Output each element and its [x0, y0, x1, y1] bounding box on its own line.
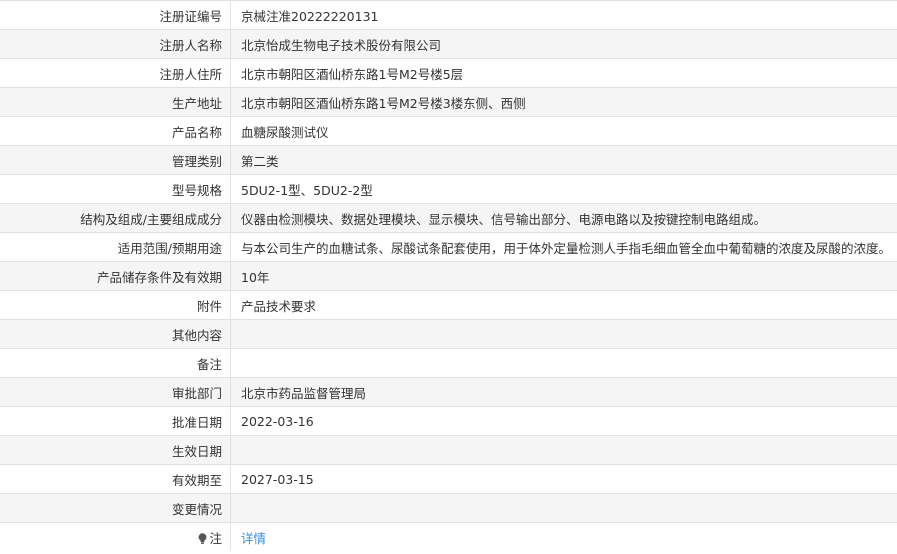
row-label: 有效期至 [0, 464, 231, 494]
row-label: 注册证编号 [0, 1, 231, 30]
row-label: 生产地址 [0, 87, 231, 117]
row-label: 型号规格 [0, 174, 231, 204]
note-label: 注 [209, 530, 222, 546]
details-link[interactable]: 详情 [241, 531, 266, 546]
row-value: 产品技术要求 [230, 290, 897, 320]
row-value: 2022-03-16 [230, 406, 897, 436]
row-value [230, 435, 897, 465]
row-label: 审批部门 [0, 377, 231, 407]
row-effective-date: 生效日期 [0, 435, 897, 465]
row-approval-date: 批准日期 2022-03-16 [0, 406, 897, 436]
row-label: 附件 [0, 290, 231, 320]
row-value: 10年 [230, 261, 897, 291]
row-value: 仪器由检测模块、数据处理模块、显示模块、信号输出部分、电源电路以及按键控制电路组… [230, 203, 897, 233]
row-label: 注册人住所 [0, 58, 231, 88]
row-model-spec: 型号规格 5DU2-1型、5DU2-2型 [0, 174, 897, 204]
row-label: 批准日期 [0, 406, 231, 436]
row-registrant-address: 注册人住所 北京市朝阳区酒仙桥东路1号M2号楼5层 [0, 58, 897, 88]
row-label: 产品储存条件及有效期 [0, 261, 231, 291]
row-value: 5DU2-1型、5DU2-2型 [230, 174, 897, 204]
row-label: 注册人名称 [0, 29, 231, 59]
registration-detail-panel: 注册证编号 京械注准20222220131 注册人名称 北京怡成生物电子技术股份… [0, 0, 897, 554]
row-approval-department: 审批部门 北京市药品监督管理局 [0, 377, 897, 407]
row-structure-composition: 结构及组成/主要组成成分 仪器由检测模块、数据处理模块、显示模块、信号输出部分、… [0, 203, 897, 233]
row-intended-use: 适用范围/预期用途 与本公司生产的血糖试条、尿酸试条配套使用，用于体外定量检测人… [0, 232, 897, 262]
row-label: 结构及组成/主要组成成分 [0, 203, 231, 233]
registration-detail-table: 注册证编号 京械注准20222220131 注册人名称 北京怡成生物电子技术股份… [0, 1, 897, 551]
row-value: 北京市朝阳区酒仙桥东路1号M2号楼5层 [230, 58, 897, 88]
row-registration-number: 注册证编号 京械注准20222220131 [0, 1, 897, 30]
row-management-category: 管理类别 第二类 [0, 145, 897, 175]
note-value-cell: 详情 [230, 522, 897, 551]
row-value: 与本公司生产的血糖试条、尿酸试条配套使用，用于体外定量检测人手指毛细血管全血中葡… [230, 232, 897, 262]
row-value: 北京怡成生物电子技术股份有限公司 [230, 29, 897, 59]
row-other-content: 其他内容 [0, 319, 897, 349]
row-value: 第二类 [230, 145, 897, 175]
row-value: 血糖尿酸测试仪 [230, 116, 897, 146]
row-production-address: 生产地址 北京市朝阳区酒仙桥东路1号M2号楼3楼东侧、西侧 [0, 87, 897, 117]
row-registrant-name: 注册人名称 北京怡成生物电子技术股份有限公司 [0, 29, 897, 59]
row-label: 生效日期 [0, 435, 231, 465]
row-value [230, 493, 897, 523]
row-label: 适用范围/预期用途 [0, 232, 231, 262]
row-value: 京械注准20222220131 [230, 1, 897, 30]
row-value [230, 319, 897, 349]
row-value: 2027-03-15 [230, 464, 897, 494]
row-storage-validity: 产品储存条件及有效期 10年 [0, 261, 897, 291]
row-label: 管理类别 [0, 145, 231, 175]
row-label: 产品名称 [0, 116, 231, 146]
row-value [230, 348, 897, 378]
row-remarks: 备注 [0, 348, 897, 378]
row-product-name: 产品名称 血糖尿酸测试仪 [0, 116, 897, 146]
row-attachment: 附件 产品技术要求 [0, 290, 897, 320]
row-label: 变更情况 [0, 493, 231, 523]
row-value: 北京市朝阳区酒仙桥东路1号M2号楼3楼东侧、西侧 [230, 87, 897, 117]
row-value: 北京市药品监督管理局 [230, 377, 897, 407]
note-label-cell: 注 [0, 522, 231, 551]
row-label: 其他内容 [0, 319, 231, 349]
row-note: 注 详情 [0, 522, 897, 551]
row-valid-until: 有效期至 2027-03-15 [0, 464, 897, 494]
row-label: 备注 [0, 348, 231, 378]
row-change-history: 变更情况 [0, 493, 897, 523]
lightbulb-icon [198, 532, 207, 545]
